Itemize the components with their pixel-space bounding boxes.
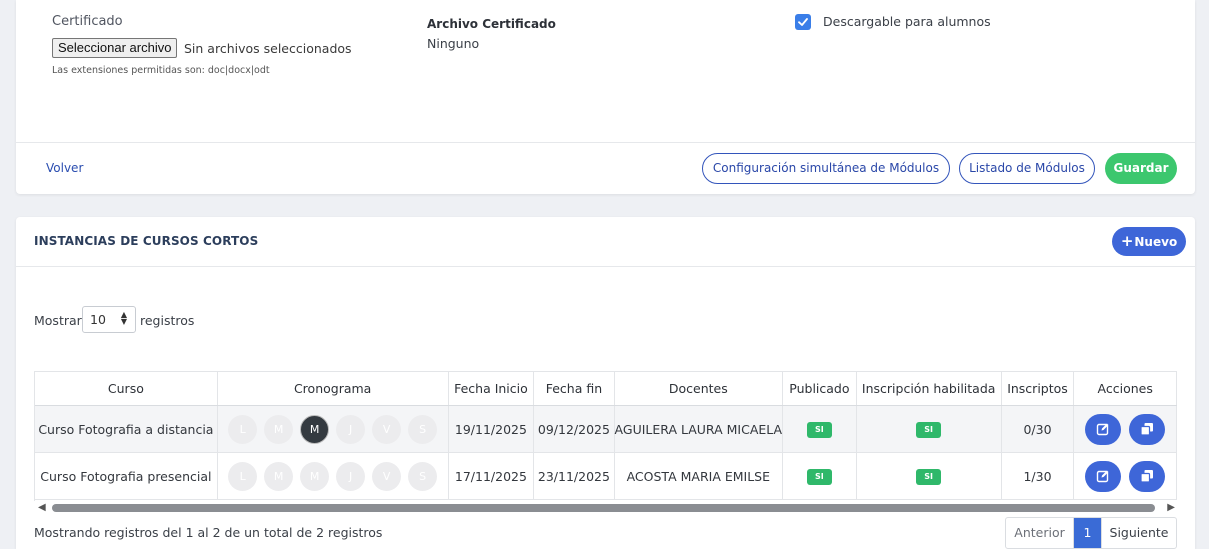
instancias-card: INSTANCIAS DE CURSOS CORTOS +Nuevo Mostr…: [16, 217, 1195, 549]
day-badge: M: [300, 414, 330, 444]
instancias-table-wrapper: Curso Cronograma Fecha Inicio Fecha fin …: [34, 371, 1177, 501]
column-header[interactable]: Docentes: [614, 371, 784, 406]
inscripcion-badge: SI: [916, 469, 942, 485]
docentes-cell: ACOSTA MARIA EMILSE: [614, 452, 784, 500]
scroll-right-icon[interactable]: ▶: [1167, 502, 1175, 514]
inscriptos-cell: 1/30: [1001, 452, 1075, 500]
column-header[interactable]: Publicado: [782, 371, 857, 406]
inscripcion-cell: SI: [856, 405, 1002, 453]
copy-icon: [1140, 469, 1154, 483]
day-list: L M M J V S: [218, 414, 448, 444]
nuevo-button[interactable]: +Nuevo: [1112, 227, 1186, 256]
copy-button[interactable]: [1129, 413, 1166, 445]
pagination: Anterior 1 Siguiente: [1005, 517, 1177, 549]
check-icon: [798, 18, 808, 26]
pagination-prev[interactable]: Anterior: [1006, 518, 1074, 548]
day-badge: M: [264, 461, 294, 491]
inscripcion-cell: SI: [856, 452, 1002, 500]
instancias-table: Curso Cronograma Fecha Inicio Fecha fin …: [35, 371, 1177, 500]
inscriptos-cell: 0/30: [1001, 405, 1075, 453]
page-length-select[interactable]: 10 ▲ ▼: [82, 306, 136, 333]
fecha-inicio-cell: 17/11/2025: [448, 452, 535, 500]
day-badge: M: [300, 461, 330, 491]
listado-modulos-button[interactable]: Listado de Módulos: [959, 153, 1095, 184]
config-modulos-button[interactable]: Configuración simultánea de Módulos: [702, 153, 950, 184]
day-badge: M: [264, 414, 294, 444]
pagination-next[interactable]: Siguiente: [1101, 518, 1176, 548]
divider: [16, 142, 1195, 143]
publicado-badge: SI: [806, 422, 832, 438]
archivo-certificado-label: Archivo Certificado: [427, 17, 556, 31]
acciones-cell: [1073, 405, 1177, 453]
cronograma-cell: L M M J V S: [217, 405, 449, 453]
copy-icon: [1140, 422, 1154, 436]
volver-link[interactable]: Volver: [46, 161, 83, 175]
day-badge: L: [228, 414, 258, 444]
file-status-text: Sin archivos seleccionados: [184, 41, 352, 56]
edit-icon: [1096, 470, 1109, 482]
divider: [16, 266, 1195, 267]
day-badge: J: [336, 414, 366, 444]
column-header[interactable]: Curso: [35, 371, 218, 406]
pagination-page[interactable]: 1: [1074, 518, 1101, 548]
table-horizontal-scrollbar[interactable]: ◀ ▶: [34, 502, 1177, 514]
edit-button[interactable]: [1085, 413, 1122, 445]
select-arrows-icon: ▲ ▼: [120, 310, 127, 326]
day-list: L M M J V S: [218, 461, 448, 491]
certificado-label: Certificado: [52, 14, 123, 29]
curso-cell: Curso Fotografia a distancia: [35, 405, 218, 453]
docentes-cell: AGUILERA LAURA MICAELA: [614, 405, 784, 453]
table-info: Mostrando registros del 1 al 2 de un tot…: [34, 525, 383, 540]
curso-cell: Curso Fotografia presencial: [35, 452, 218, 500]
plus-icon: +: [1120, 232, 1134, 250]
certificate-form-card: Certificado Seleccionar archivo Sin arch…: [16, 0, 1195, 194]
scroll-left-icon[interactable]: ◀: [38, 502, 46, 514]
day-badge: V: [372, 414, 402, 444]
nuevo-label: Nuevo: [1134, 235, 1178, 249]
publicado-cell: SI: [782, 405, 857, 453]
descargable-checkbox[interactable]: [795, 14, 811, 30]
scrollbar-thumb[interactable]: [52, 504, 1155, 512]
inscripcion-badge: SI: [916, 422, 942, 438]
day-badge: L: [228, 461, 258, 491]
guardar-button[interactable]: Guardar: [1105, 153, 1177, 184]
allowed-extensions-note: Las extensiones permitidas son: doc|docx…: [52, 65, 270, 76]
edit-icon: [1096, 423, 1109, 435]
registros-label: registros: [140, 313, 195, 328]
cronograma-cell: L M M J V S: [217, 452, 449, 500]
copy-button[interactable]: [1129, 460, 1166, 492]
select-file-button[interactable]: Seleccionar archivo: [52, 38, 178, 58]
fecha-fin-cell: 09/12/2025: [533, 405, 615, 453]
day-badge: S: [408, 414, 438, 444]
table-header-row: Curso Cronograma Fecha Inicio Fecha fin …: [35, 371, 1177, 406]
descargable-label[interactable]: Descargable para alumnos: [823, 14, 991, 29]
mostrar-label: Mostrar: [34, 313, 82, 328]
day-badge: V: [372, 461, 402, 491]
day-badge: J: [336, 461, 366, 491]
page-length-value: 10: [90, 312, 106, 327]
column-header[interactable]: Inscriptos: [1001, 371, 1075, 406]
column-header[interactable]: Cronograma: [217, 371, 449, 406]
archivo-certificado-value: Ninguno: [427, 36, 480, 51]
column-header: Acciones: [1073, 371, 1177, 406]
publicado-cell: SI: [782, 452, 857, 500]
publicado-badge: SI: [806, 469, 832, 485]
column-header[interactable]: Fecha fin: [533, 371, 615, 406]
column-header[interactable]: Fecha Inicio: [448, 371, 535, 406]
day-badge: S: [408, 461, 438, 491]
section-title: INSTANCIAS DE CURSOS CORTOS: [34, 234, 259, 248]
fecha-inicio-cell: 19/11/2025: [448, 405, 535, 453]
edit-button[interactable]: [1085, 460, 1122, 492]
fecha-fin-cell: 23/11/2025: [533, 452, 615, 500]
table-row: Curso Fotografia a distancia L M M J V S…: [35, 405, 1177, 453]
column-header[interactable]: Inscripción habilitada: [856, 371, 1002, 406]
table-row: Curso Fotografia presencial L M M J V S …: [35, 452, 1177, 500]
acciones-cell: [1073, 452, 1177, 500]
